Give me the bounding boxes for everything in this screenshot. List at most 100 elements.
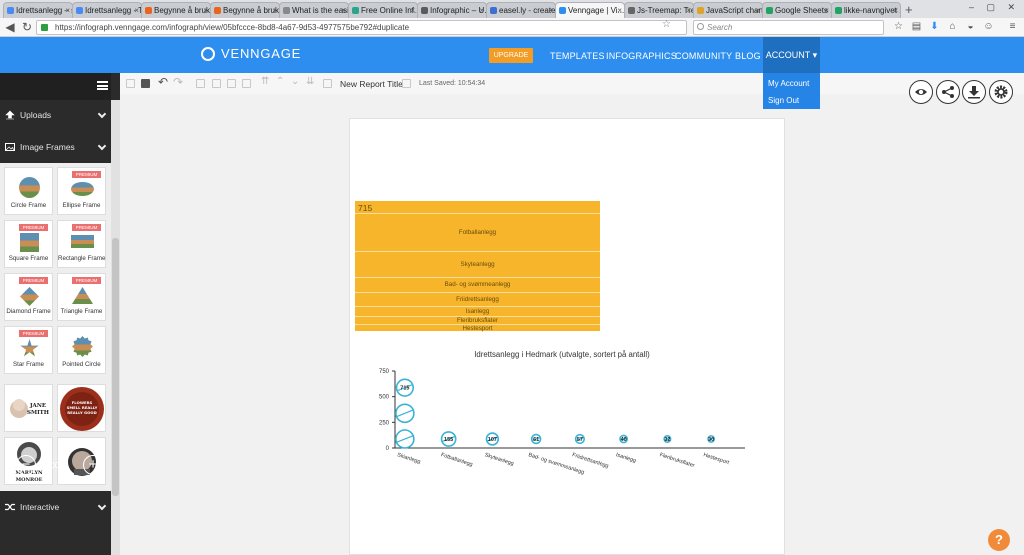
treemap-cell[interactable]: Bad- og svømmeanlegg (355, 277, 600, 292)
redo-icon[interactable]: ↷ (173, 75, 183, 89)
edit-title-icon[interactable] (402, 79, 411, 88)
browser-tab[interactable]: Idrettsanlegg - Tem...× (72, 2, 142, 18)
browser-tab[interactable]: What is the easi...× (279, 2, 349, 18)
treemap-cell[interactable]: Skyteanlegg (355, 250, 600, 277)
layers-icon[interactable] (141, 79, 150, 88)
treemap-cell[interactable]: Isanlegg (355, 306, 600, 316)
account-dropdown: My Account Sign Out (763, 73, 820, 109)
close-tab-icon[interactable]: × (893, 3, 898, 18)
move-down-icon[interactable]: ⌄ (291, 76, 299, 87)
help-button[interactable]: ? (988, 529, 1010, 551)
browser-tab[interactable]: Google Sheets ... × (762, 2, 832, 18)
sidebar-scrollbar-thumb[interactable] (112, 238, 119, 496)
nav-community[interactable]: COMMUNITY (675, 51, 732, 61)
treemap-cell[interactable]: Friidrettsanlegg (355, 292, 600, 306)
nav-blog[interactable]: BLOG (735, 51, 761, 61)
logo-text: VENNGAGE (221, 46, 302, 61)
trash-icon[interactable] (323, 79, 332, 88)
browser-tab[interactable]: Idrettsanlegg – søk ...× (3, 2, 73, 18)
browser-tab[interactable]: Js-Treemap: Treem...× (624, 2, 694, 18)
nav-templates[interactable]: TEMPLATES (550, 51, 605, 61)
browser-tab[interactable]: Infographic – U... × (417, 2, 487, 18)
browser-tab[interactable]: JavaScript chart...× (693, 2, 763, 18)
link-icon[interactable] (242, 79, 251, 88)
tab-favicon-icon (421, 7, 428, 14)
treemap-cell[interactable]: Fleribruksflater (355, 315, 600, 324)
close-tab-icon[interactable]: × (479, 3, 484, 18)
browser-tab-active[interactable]: Venngage | Vi... × (555, 2, 625, 18)
account-menu-button[interactable]: ACCOUNT ▾ (763, 37, 820, 73)
close-tab-icon[interactable]: × (272, 3, 277, 18)
home-icon[interactable]: ⌂ (946, 20, 959, 34)
download-button[interactable] (962, 80, 986, 104)
pointed-circle-frame-tile[interactable]: Pointed Circle (57, 326, 106, 374)
nav-infographics[interactable]: INFOGRAPHICS (606, 51, 677, 61)
send-back-icon[interactable]: ⇊ (306, 76, 314, 87)
move-up-icon[interactable]: ⌃ (276, 76, 284, 87)
preview-eye-button[interactable] (909, 80, 933, 104)
infographic-canvas[interactable] (349, 118, 785, 555)
browser-tab[interactable]: Begynne å bruk... × (210, 2, 280, 18)
flowers-quote-tile[interactable]: FLOWERS SMELL REALLY REALLY GOOD (57, 384, 106, 432)
close-tab-icon[interactable]: × (755, 3, 760, 18)
sign-out-link[interactable]: Sign Out (763, 90, 820, 107)
lock-icon[interactable] (212, 79, 221, 88)
hamburger-icon[interactable] (97, 81, 108, 90)
menu-icon[interactable]: ≡ (1006, 20, 1019, 34)
rectangle-frame-tile[interactable]: PREMIUM Rectangle Frame (57, 220, 106, 268)
close-tab-icon[interactable]: × (134, 3, 139, 18)
pictogram-chart[interactable]: 0 250 500 750 715 Skianlegg 155 Fotballanlegg 10… (360, 360, 760, 480)
search-field[interactable]: Search (693, 20, 884, 35)
browser-tab[interactable]: Begynne å bruk... × (141, 2, 211, 18)
share-button[interactable] (936, 80, 960, 104)
copy-icon[interactable] (196, 79, 205, 88)
star-icon[interactable]: ☆ (892, 20, 905, 34)
pen-icon[interactable] (126, 79, 135, 88)
upgrade-button[interactable]: UPGRADE (489, 48, 533, 63)
treemap-cell[interactable]: Fotballanlegg (355, 213, 600, 251)
pocket-icon[interactable]: ◒ (964, 20, 977, 34)
jane-smith-tile[interactable]: JANE SMITH (4, 384, 53, 432)
close-tab-icon[interactable]: × (341, 3, 346, 18)
diamond-frame-tile[interactable]: PREMIUM Diamond Frame (4, 273, 53, 321)
close-tab-icon[interactable]: × (548, 3, 553, 18)
document-title[interactable]: New Report Title (340, 79, 403, 89)
undo-icon[interactable]: ↶ (158, 75, 168, 89)
back-icon[interactable]: ◀ (3, 20, 17, 34)
reload-icon[interactable]: ↻ (20, 20, 34, 34)
venngage-logo[interactable]: VENNGAGE (201, 46, 301, 61)
sidebar-section-image-frames[interactable]: Image Frames (0, 136, 111, 158)
circle-frame-tile[interactable]: Circle Frame (4, 167, 53, 215)
group-icon[interactable] (227, 79, 236, 88)
bring-front-icon[interactable]: ⇈ (261, 76, 269, 87)
download-icon[interactable]: ⬇ (928, 20, 941, 34)
sidebar-section-uploads[interactable]: Uploads (0, 104, 111, 126)
my-account-link[interactable]: My Account (763, 73, 820, 90)
star-frame-tile[interactable]: PREMIUM Star Frame (4, 326, 53, 374)
settings-button[interactable] (989, 80, 1013, 104)
close-tab-icon[interactable]: × (617, 3, 622, 18)
square-frame-tile[interactable]: PREMIUM Square Frame (4, 220, 53, 268)
treemap[interactable]: Fotballanlegg Skyteanlegg Bad- og svømmean… (355, 201, 600, 332)
zoom-in-button[interactable]: + (83, 455, 103, 475)
chat-icon[interactable]: ☺ (982, 20, 995, 34)
treemap-cell[interactable]: Hestesport (355, 323, 600, 332)
image-frame-icon (5, 143, 15, 151)
zoom-out-button[interactable]: − (16, 455, 36, 475)
ellipse-frame-tile[interactable]: PREMIUM Ellipse Frame (57, 167, 106, 215)
browser-tab[interactable]: Free Online Inf... × (348, 2, 418, 18)
browser-tab[interactable]: easel.ly - create... × (486, 2, 556, 18)
url-field[interactable]: https://infograph.venngage.com/infograph… (36, 20, 687, 35)
sidebar-section-interactive[interactable]: Interactive (0, 496, 111, 518)
triangle-frame-tile[interactable]: PREMIUM Triangle Frame (57, 273, 106, 321)
close-tab-icon[interactable]: × (65, 3, 70, 18)
clipboard-icon[interactable]: ▤ (910, 20, 923, 34)
close-tab-icon[interactable]: × (203, 3, 208, 18)
close-tab-icon[interactable]: × (824, 3, 829, 18)
bookmark-star-icon[interactable]: ☆ (662, 19, 671, 30)
close-tab-icon[interactable]: × (686, 3, 691, 18)
window-controls[interactable]: – ▢ ✕ (969, 2, 1020, 13)
new-tab-icon[interactable]: + (905, 3, 919, 17)
browser-tab[interactable]: likke-navngivet ... × (831, 2, 901, 18)
close-tab-icon[interactable]: × (410, 3, 415, 18)
